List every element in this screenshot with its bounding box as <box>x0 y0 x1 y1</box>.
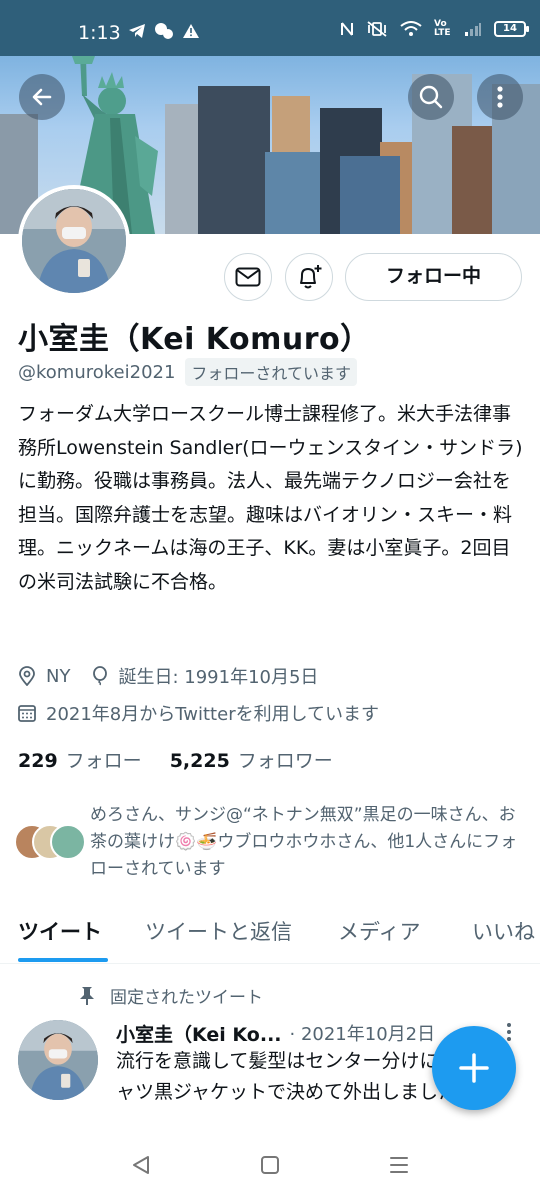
battery-indicator: 14 <box>494 21 529 37</box>
notifications-button[interactable] <box>285 253 333 301</box>
location-text: NY <box>46 665 71 687</box>
followers-label: フォロワー <box>237 750 333 772</box>
nav-recents-button[interactable] <box>388 1154 410 1180</box>
follows-you-badge: フォローされています <box>185 358 357 386</box>
pin-icon <box>80 986 94 1005</box>
avatar-photo <box>18 1020 98 1100</box>
tweet-header: 小室圭（Kei Ko... · 2021年10月2日 <box>116 1020 435 1047</box>
status-bar: 1:13 Vo LTE 14 <box>0 0 540 56</box>
search-icon <box>419 85 443 109</box>
wifi-icon <box>400 21 422 36</box>
tweet-date[interactable]: · 2021年10月2日 <box>290 1020 436 1047</box>
following-button[interactable]: フォロー中 <box>345 253 522 301</box>
birthday-text: 誕生日: 1991年10月5日 <box>118 667 319 688</box>
more-options-button[interactable] <box>477 74 523 120</box>
system-nav-bar <box>0 1140 540 1199</box>
profile-meta-row: NY 誕生日: 1991年10月5日 <box>18 663 318 689</box>
more-vertical-icon <box>507 1023 511 1041</box>
following-count: 229 <box>18 750 58 772</box>
warning-icon <box>183 24 199 38</box>
tweet-author-avatar[interactable] <box>18 1020 98 1100</box>
display-name: 小室圭（Kei Komuro） <box>18 322 371 357</box>
system-status-icons: Vo LTE 14 <box>340 19 529 38</box>
follow-counts: 229 フォロー 5,225 フォロワー <box>18 746 333 773</box>
tab-media[interactable]: メディア <box>338 916 421 946</box>
message-button[interactable] <box>224 253 272 301</box>
nav-back-button[interactable] <box>130 1154 152 1180</box>
vibrate-mute-icon <box>367 21 387 37</box>
bell-plus-icon <box>300 265 322 289</box>
tab-likes[interactable]: いいね <box>472 916 535 946</box>
follower-avatar <box>50 824 86 860</box>
followers-count: 5,225 <box>169 750 230 772</box>
notification-icons <box>128 22 200 40</box>
pinned-label-row: 固定されたツイート <box>78 983 263 1008</box>
compose-tweet-button[interactable] <box>432 1026 516 1110</box>
profile-tabs: ツイート ツイートと返信 メディア いいね <box>0 906 540 964</box>
calendar-icon <box>18 705 36 722</box>
active-tab-indicator <box>18 958 108 962</box>
more-vertical-icon <box>497 86 503 108</box>
search-button[interactable] <box>408 74 454 120</box>
status-time: 1:13 <box>78 22 121 44</box>
mail-icon <box>235 267 261 287</box>
following-label: フォロー <box>65 750 142 772</box>
joined-date-text: 2021年8月からTwitterを利用しています <box>46 704 380 725</box>
arrow-left-icon <box>32 88 52 106</box>
followed-by-text[interactable]: めろさん、サンジ@“ネトナン無双”黒足の一味さん、お茶の葉けけ🍥🍜ウブロウホウホ… <box>90 802 522 883</box>
following-count-link[interactable]: 229 フォロー <box>18 746 142 773</box>
tweet-author-name[interactable]: 小室圭（Kei Ko... <box>116 1020 282 1047</box>
nfc-icon <box>341 22 353 36</box>
plus-icon <box>459 1053 489 1083</box>
menu-lines-icon <box>390 1157 408 1173</box>
avatar-photo <box>22 189 126 293</box>
balloon-icon <box>93 666 108 686</box>
volte-label: Vo LTE <box>434 19 451 38</box>
profile-avatar[interactable] <box>18 185 130 297</box>
handle-row: @komurokei2021 フォローされています <box>18 358 357 386</box>
triangle-back-icon <box>133 1156 149 1174</box>
square-home-icon <box>261 1156 279 1174</box>
tab-tweets[interactable]: ツイート <box>18 916 102 946</box>
followers-count-link[interactable]: 5,225 フォロワー <box>170 746 333 773</box>
chat-bubbles-icon <box>155 23 173 39</box>
signal-icon <box>465 23 481 36</box>
back-button[interactable] <box>19 74 65 120</box>
telegram-icon <box>129 24 145 38</box>
location-pin-icon <box>19 666 35 686</box>
username-handle: @komurokei2021 <box>18 361 176 383</box>
nav-home-button[interactable] <box>259 1154 281 1180</box>
tab-tweets-and-replies[interactable]: ツイートと返信 <box>145 916 292 946</box>
pinned-tweet-label: 固定されたツイート <box>110 988 263 1008</box>
joined-row: 2021年8月からTwitterを利用しています <box>18 700 379 726</box>
profile-bio: フォーダム大学ロースクール博士課程修了。米大手法律事務所Lowenstein S… <box>18 403 523 593</box>
